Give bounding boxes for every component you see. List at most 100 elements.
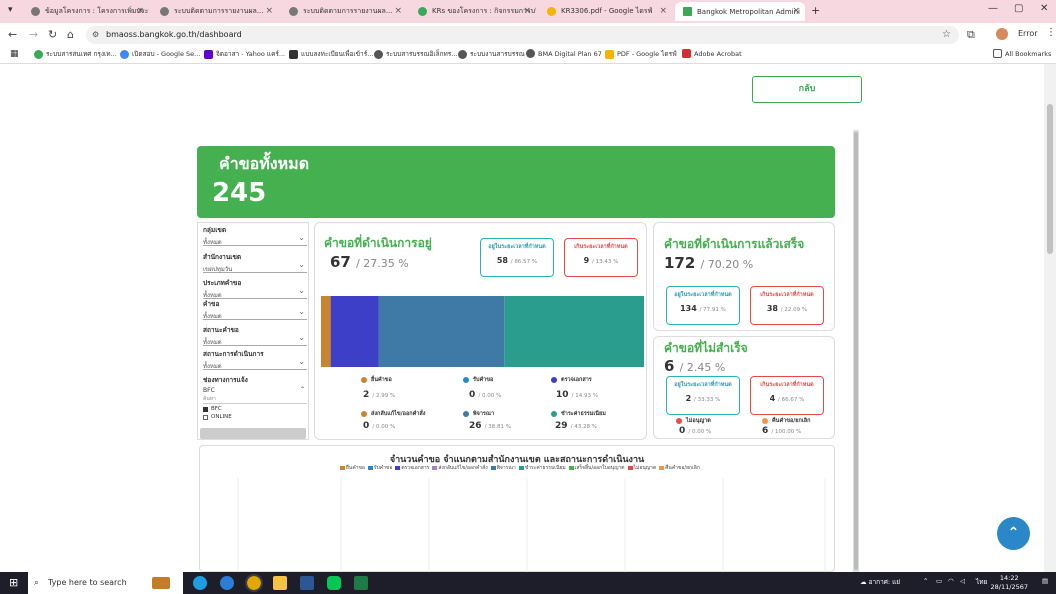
browser-tab[interactable]: ข้อมูลโครงการ : โครงการเพิ่มประสิทธิ× xyxy=(23,2,149,21)
completed-card: คำขอที่ดำเนินการแล้วเสร็จ 172 / 70.20 % … xyxy=(653,222,835,331)
legend-percent: / 14.93 % xyxy=(571,393,598,399)
excel-icon[interactable] xyxy=(354,576,368,590)
profile-error-badge[interactable]: Error xyxy=(1018,29,1038,38)
back-button[interactable]: กลับ xyxy=(752,76,862,103)
checkbox-checked-icon[interactable] xyxy=(203,406,208,412)
back-icon[interactable]: ← xyxy=(8,28,17,41)
wifi-icon[interactable]: ◠ xyxy=(948,577,954,585)
filter-select[interactable]: ทั้งหมด xyxy=(203,233,307,246)
bookmark-item[interactable]: ระบบงานสารบรรณ xyxy=(458,49,525,59)
legend-label: คืนคำขอ/ยกเลิก xyxy=(772,418,811,424)
network-icon[interactable]: ▭ xyxy=(936,577,942,585)
total-value: 245 xyxy=(212,178,267,208)
browser-tab[interactable]: KRs ของโครงการ : กิจกรรมการบริ × xyxy=(410,2,536,21)
minimize-icon[interactable]: — xyxy=(988,3,998,14)
status-bar-segment[interactable] xyxy=(321,296,331,367)
bookmarks-bar: ▦ ระบบสารสนเทศ กรุงเท... เปิดสอบ - Googl… xyxy=(0,46,1056,64)
bookmark-item[interactable]: จิตอาสา - Yahoo แคร์... xyxy=(204,49,285,59)
browser-tab[interactable]: ระบบติดตามการรายงานผล... × xyxy=(281,2,407,21)
apps-icon[interactable]: ▦ xyxy=(10,49,19,59)
filter-select[interactable]: ทั้งหมด xyxy=(203,333,307,346)
status-bar-segment[interactable] xyxy=(330,296,379,367)
tray-chevron-icon[interactable]: ⌃ xyxy=(923,577,928,585)
extensions-icon[interactable]: ⧉ xyxy=(967,28,975,42)
filter-submit-button[interactable] xyxy=(200,428,306,439)
channel-select[interactable]: BFC ⌃ xyxy=(203,386,307,394)
briefcase-icon[interactable] xyxy=(152,577,170,589)
channel-search-input[interactable]: ค้นหา xyxy=(203,395,307,404)
file-explorer-icon[interactable] xyxy=(273,576,287,590)
bookmark-label: ระบบสารบรรณอิเล็กทร... xyxy=(386,50,458,58)
tab-search-icon[interactable]: ▾ xyxy=(8,5,13,15)
url-input[interactable]: ⚙ bmaoss.bangkok.go.th/dashboard ☆ xyxy=(86,26,959,44)
close-icon[interactable]: × xyxy=(792,6,800,16)
close-icon[interactable]: × xyxy=(523,6,531,16)
bookmark-item[interactable]: เปิดสอบ - Google Se... xyxy=(120,49,200,59)
filter-select[interactable]: ทั้งหมด xyxy=(203,286,307,299)
filter-select[interactable]: เขตปทุมวัน xyxy=(203,260,307,273)
site-info-icon[interactable]: ⚙ xyxy=(92,26,99,44)
inner-scrollbar[interactable] xyxy=(853,130,859,572)
edge-icon[interactable] xyxy=(193,576,207,590)
completed-within-box[interactable]: อยู่ในระยะเวลาที่กำหนด 134 / 77.91 % xyxy=(666,286,740,325)
close-icon[interactable]: × xyxy=(394,6,402,16)
legend-percent: / 2.99 % xyxy=(372,393,396,399)
taskbar-clock[interactable]: 14:22 28/11/2567 xyxy=(991,574,1028,592)
in-progress-over-box[interactable]: เกินระยะเวลาที่กำหนด 9 / 13.43 % xyxy=(564,238,638,277)
checkbox-icon[interactable] xyxy=(203,414,208,420)
close-icon[interactable]: × xyxy=(136,6,144,16)
language-indicator[interactable]: ไทย xyxy=(976,577,987,587)
drive-icon xyxy=(605,49,614,59)
bookmark-item[interactable]: ระบบสารบรรณอิเล็กทร... xyxy=(374,49,458,59)
new-tab-button[interactable]: + xyxy=(811,4,820,17)
legend-percent: / 100.00 % xyxy=(771,429,802,435)
avatar[interactable] xyxy=(996,28,1008,40)
browser-tab-active[interactable]: Bangkok Metropolitan Admini × xyxy=(675,2,805,21)
bookmark-item[interactable]: ระบบสารสนเทศ กรุงเท... xyxy=(34,49,117,59)
weather-widget[interactable]: ☁ อากาศ: แย่ xyxy=(860,577,900,587)
all-bookmarks[interactable]: All Bookmarks xyxy=(993,49,1051,58)
failed-within-box[interactable]: อยู่ในระยะเวลาที่กำหนด 2 / 33.33 % xyxy=(666,376,740,415)
filter-label: สำนักงานเขต xyxy=(203,253,242,261)
filter-select[interactable]: ทั้งหมด xyxy=(203,357,307,370)
browser-tab[interactable]: ระบบติดตามการรายงานผล... × xyxy=(152,2,278,21)
bookmark-item[interactable]: แบบลงทะเบียนเพื่อเข้าร์... xyxy=(289,49,373,59)
browser-tab[interactable]: KR3306.pdf - Google ไดรฟ์ × xyxy=(539,2,672,21)
maximize-icon[interactable]: ▢ xyxy=(1014,3,1023,14)
filter-select[interactable]: ทั้งหมด xyxy=(203,307,307,320)
close-icon[interactable]: × xyxy=(659,6,667,16)
bookmark-star-icon[interactable]: ☆ xyxy=(942,26,951,44)
failed-over-box[interactable]: เกินระยะเวลาที่กำหนด 4 / 66.67 % xyxy=(750,376,824,415)
legend-percent: / 0.00 % xyxy=(688,429,712,435)
menu-icon[interactable]: ⋮ xyxy=(1046,27,1056,38)
forward-icon[interactable]: → xyxy=(29,28,38,41)
reload-icon[interactable]: ↻ xyxy=(48,28,57,41)
close-window-icon[interactable]: ✕ xyxy=(1040,3,1048,14)
channel-option-bfc[interactable]: BFC xyxy=(203,406,307,412)
status-bar-segment[interactable] xyxy=(378,296,505,367)
status-bar-segment[interactable] xyxy=(504,296,644,367)
bookmark-item[interactable]: BMA Digital Plan 67 xyxy=(526,49,602,58)
in-progress-within-box[interactable]: อยู่ในระยะเวลาที่กำหนด 58 / 86.57 % xyxy=(480,238,554,277)
volume-icon[interactable]: ◁ xyxy=(960,577,965,585)
legend-label: รับคำขอ xyxy=(473,377,494,383)
home-icon[interactable]: ⌂ xyxy=(67,28,74,41)
word-icon[interactable] xyxy=(300,576,314,590)
close-icon[interactable]: × xyxy=(265,6,273,16)
line-icon[interactable] xyxy=(327,576,341,590)
scrollbar-thumb[interactable] xyxy=(854,132,858,570)
bookmark-label: เปิดสอบ - Google Se... xyxy=(132,50,201,58)
completed-over-box[interactable]: เกินระยะเวลาที่กำหนด 38 / 22.09 % xyxy=(750,286,824,325)
scroll-to-top-button[interactable]: ⌃ xyxy=(997,517,1030,550)
notification-icon[interactable]: ▤ xyxy=(1042,577,1048,585)
bookmark-label: ระบบงานสารบรรณ xyxy=(470,50,525,58)
channel-option-online[interactable]: ONLINE xyxy=(203,414,307,420)
ie-icon[interactable] xyxy=(220,576,234,590)
scrollbar-thumb[interactable] xyxy=(1047,104,1053,254)
legend-label: ไม่อนุญาต xyxy=(686,418,711,424)
windows-start-icon[interactable]: ⊞ xyxy=(9,577,20,588)
bookmark-item[interactable]: PDF - Google ไดรฟ์ xyxy=(605,49,677,59)
page-scrollbar[interactable] xyxy=(1044,64,1056,572)
chrome-icon[interactable] xyxy=(245,574,263,592)
bookmark-item[interactable]: Adobe Acrobat xyxy=(682,49,742,58)
